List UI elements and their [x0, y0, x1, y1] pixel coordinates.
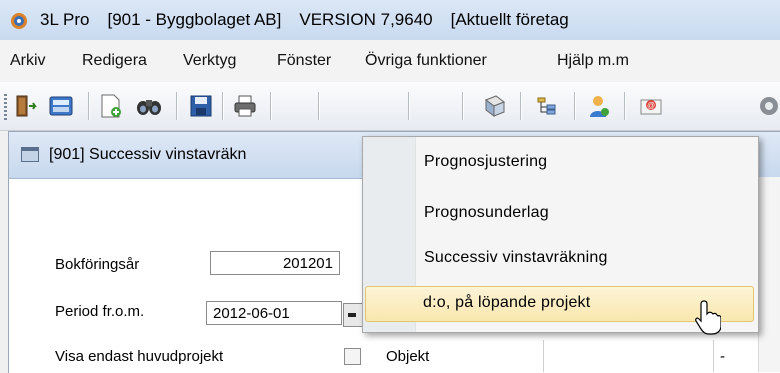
- child-window-title: [901] Successiv vinstavräkn: [49, 146, 247, 163]
- svg-text:@: @: [647, 101, 655, 110]
- menu-verktyg[interactable]: Verktyg: [183, 52, 236, 70]
- toolbar-separator: [408, 92, 409, 120]
- app-name: 3L Pro: [40, 10, 90, 29]
- email-icon: @: [640, 99, 662, 115]
- toolbar-separator: [520, 92, 521, 120]
- report-button[interactable]: [480, 91, 510, 121]
- user-button[interactable]: [584, 91, 614, 121]
- toolbar: @: [0, 82, 780, 131]
- user-icon: [590, 96, 609, 117]
- period-label: Period fr.o.m.: [55, 303, 145, 320]
- menu-item-successiv-vinstavrakning[interactable]: Successiv vinstavräkning: [365, 241, 754, 277]
- exit-door-icon: [16, 95, 37, 117]
- gear-icon: [760, 97, 778, 115]
- object-label: Objekt: [386, 348, 430, 365]
- exit-button[interactable]: [12, 91, 42, 121]
- print-button[interactable]: [230, 91, 260, 121]
- tree-view-button[interactable]: [532, 91, 562, 121]
- toolbar-separator: [462, 92, 463, 120]
- menu-item-label: Successiv vinstavräkning: [424, 249, 608, 266]
- toolbar-separator: [318, 92, 319, 120]
- email-button[interactable]: @: [636, 91, 666, 121]
- menu-ovriga-funktioner[interactable]: Övriga funktioner: [365, 52, 487, 70]
- current-company-label: [Aktuellt företag: [450, 10, 569, 29]
- year-label: Bokföringsår: [55, 256, 140, 273]
- toolbar-grip[interactable]: [4, 94, 7, 120]
- hand-cursor-icon: [695, 300, 721, 335]
- app-logo-icon: [11, 13, 27, 29]
- menu-item-prognosjustering[interactable]: Prognosjustering: [365, 145, 754, 181]
- window-icon: [21, 147, 39, 162]
- main-project-only-checkbox[interactable]: [344, 348, 361, 365]
- settings-button[interactable]: [754, 91, 780, 121]
- menu-bar: Arkiv Redigera Verktyg Fönster Övriga fu…: [0, 40, 780, 82]
- title-bar: 3L Pro [901 - Byggbolaget AB] VERSION 7,96…: [0, 0, 780, 40]
- version-text: VERSION 7,9640: [299, 10, 433, 29]
- grid-cell[interactable]: [543, 340, 714, 372]
- menu-redigera[interactable]: Redigera: [82, 52, 147, 70]
- toolbar-separator: [176, 92, 177, 120]
- menu-item-label: Prognosunderlag: [424, 204, 549, 221]
- window-title: 3L Pro [901 - Byggbolaget AB] VERSION 7,96…: [40, 10, 587, 30]
- menu-item-label: d:o, på löpande projekt: [423, 294, 591, 311]
- menu-item-prognosunderlag[interactable]: Prognosunderlag: [365, 196, 754, 232]
- menu-fonster[interactable]: Fönster: [277, 52, 331, 70]
- search-button[interactable]: [134, 91, 164, 121]
- menu-item-label: Prognosjustering: [424, 153, 548, 170]
- toolbar-separator: [222, 92, 223, 120]
- save-floppy-icon: [190, 95, 212, 117]
- grid-cell[interactable]: -: [713, 340, 734, 372]
- report-icon: [484, 95, 506, 117]
- period-from-field[interactable]: 2012-06-01: [206, 301, 342, 325]
- binoculars-icon: [137, 100, 161, 115]
- right-panel-edge: [758, 177, 780, 372]
- grid-dash: -: [720, 348, 725, 365]
- tree-view-icon: [537, 97, 556, 115]
- printer-icon: [234, 95, 256, 117]
- save-button[interactable]: [186, 91, 216, 121]
- year-field[interactable]: 201201: [210, 251, 340, 275]
- period-dropdown-button[interactable]: [343, 303, 363, 327]
- main-project-only-label: Visa endast huvudprojekt: [55, 348, 224, 365]
- new-document-icon: [101, 94, 121, 118]
- calculator-icon: [49, 96, 73, 116]
- menu-hjalp[interactable]: Hjälp m.m: [557, 52, 629, 70]
- new-document-button[interactable]: [96, 91, 126, 121]
- calculator-button[interactable]: [46, 91, 76, 121]
- toolbar-separator: [624, 92, 625, 120]
- toolbar-separator: [270, 92, 271, 120]
- toolbar-separator: [88, 92, 89, 120]
- company-name: [901 - Byggbolaget AB]: [107, 10, 282, 29]
- menu-arkiv[interactable]: Arkiv: [10, 52, 46, 70]
- toolbar-separator: [574, 92, 575, 120]
